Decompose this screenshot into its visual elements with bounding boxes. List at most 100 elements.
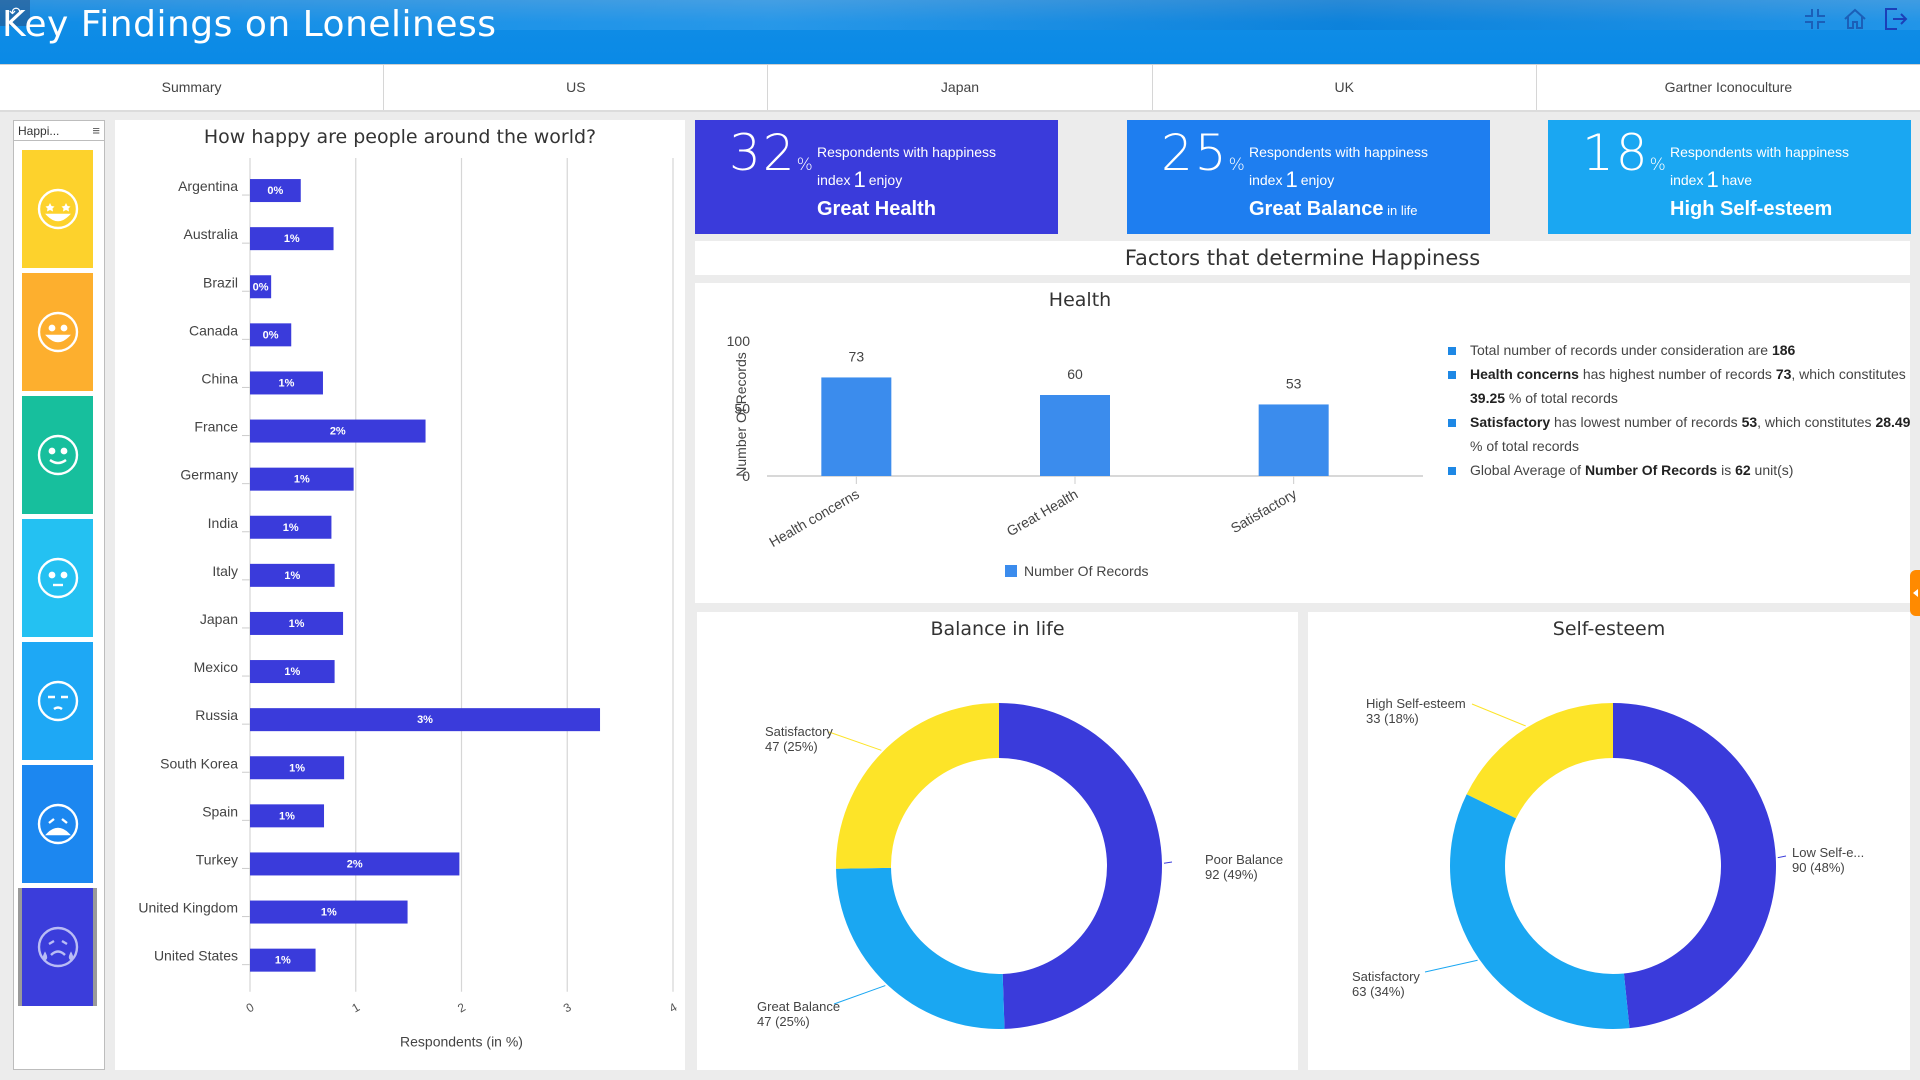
- kpi-value: 25%: [1161, 124, 1245, 182]
- y-category-label: South Korea: [160, 755, 238, 771]
- selfesteem-donut-chart: Low Self-e...90 (48%) Satisfactory63 (34%…: [1352, 696, 1864, 1029]
- y-category-label: United States: [154, 948, 238, 964]
- collapse-icon[interactable]: [1802, 6, 1828, 32]
- tab-japan[interactable]: Japan: [768, 65, 1153, 110]
- slice-label: Great Balance: [757, 999, 840, 1014]
- tab-bar: Summary US Japan UK Gartner Iconoculture: [0, 64, 1920, 112]
- balance-panel: Balance in life Poor Balance 92 (49%) Grea…: [697, 612, 1298, 1070]
- label-connector: [833, 985, 886, 1005]
- insight-item: Health concerns has highest number of re…: [1448, 362, 1918, 410]
- happiness-level-3[interactable]: [22, 396, 93, 514]
- slice-label: Low Self-e...: [1792, 845, 1864, 860]
- slice-satisfactory[interactable]: [1450, 794, 1630, 1029]
- x-tick-label: 3: [561, 1000, 574, 1016]
- neutral-face-icon: [37, 557, 78, 599]
- bar-data-label: 1%: [284, 666, 300, 678]
- slice-great-balance[interactable]: [836, 867, 1005, 1029]
- balance-donut-chart: Poor Balance92 (49%)Great Balance47 (25%…: [757, 703, 1283, 1029]
- hamburger-icon[interactable]: ≡: [92, 123, 100, 138]
- bar-data-label: 1%: [284, 570, 300, 582]
- bar-data-label: 1%: [275, 955, 291, 967]
- y-category-label: Australia: [184, 226, 239, 242]
- slice-satisfactory[interactable]: [836, 703, 999, 869]
- bar-data-label: 73: [849, 348, 865, 364]
- x-tick-label: 2: [455, 1000, 468, 1016]
- bar-data-label: 1%: [284, 233, 300, 245]
- label-connector: [1163, 861, 1173, 864]
- bar-data-label: 1%: [294, 474, 310, 486]
- insight-item: Satisfactory has lowest number of record…: [1448, 410, 1918, 458]
- slice-poor-balance[interactable]: [999, 703, 1162, 1029]
- bar-data-label: 0%: [253, 281, 269, 293]
- kpi-card: 18% Respondents with happiness index 1 have H…: [1548, 120, 1911, 234]
- slice-label: High Self-esteem: [1366, 696, 1466, 711]
- bar-health-concerns[interactable]: [821, 377, 892, 476]
- star-eyes-face-icon: [37, 188, 78, 230]
- y-category-label: Mexico: [194, 659, 239, 675]
- bar-satisfactory[interactable]: [1258, 404, 1329, 476]
- happiness-level-5[interactable]: [22, 642, 93, 760]
- happiness-level-6[interactable]: [22, 765, 93, 883]
- y-category-label: Brazil: [203, 274, 238, 290]
- sidebar-title: Happi...: [18, 123, 60, 138]
- kpi-index-line: index 1 have: [1670, 167, 1753, 192]
- label-connector: [1777, 855, 1787, 859]
- happiness-level-1[interactable]: [22, 150, 93, 268]
- happiness-level-4[interactable]: [22, 519, 93, 637]
- health-bar-chart: 050100Number Of Records 73Health concerns…: [727, 333, 1423, 579]
- insight-item: Total number of records under considerat…: [1448, 338, 1918, 362]
- factors-title: Factors that determine Happiness: [695, 241, 1910, 275]
- kpi-index-line: index 1 enjoy: [817, 167, 903, 192]
- happiness-level-2[interactable]: [22, 273, 93, 391]
- kpi-description: Respondents with happiness: [1670, 144, 1850, 160]
- logout-icon[interactable]: [1882, 6, 1908, 32]
- bar-data-label: 1%: [289, 618, 305, 630]
- health-insights: Total number of records under considerat…: [1448, 338, 1918, 482]
- y-category-label: Canada: [189, 322, 238, 338]
- kpi-headline: High Self-esteem: [1670, 198, 1833, 220]
- kpi-card: 25% Respondents with happiness index 1 enjoy…: [1127, 120, 1490, 234]
- slice-value-label: 90 (48%): [1792, 860, 1845, 875]
- crying-face-icon: [37, 926, 78, 968]
- label-connector: [1471, 703, 1526, 727]
- kpi-value: 32%: [729, 124, 813, 182]
- slice-low-self-e-[interactable]: [1613, 703, 1776, 1029]
- x-tick-label: 1: [349, 1000, 362, 1016]
- x-axis-title: Respondents (in %): [400, 1034, 523, 1050]
- side-panel-toggle[interactable]: [1910, 570, 1920, 616]
- y-tick-label: 100: [727, 333, 751, 349]
- insight-item: Global Average of Number Of Records is 6…: [1448, 458, 1918, 482]
- home-icon[interactable]: [1842, 6, 1868, 32]
- bar-data-label: 0%: [267, 185, 283, 197]
- slice-high-self-esteem[interactable]: [1466, 703, 1613, 819]
- happiness-level-7[interactable]: [18, 888, 97, 1006]
- world-bar-chart: 0 1 2 3 4 Argentina 0% Australia 1% Brazil 0% Canad…: [138, 158, 680, 1050]
- y-category-label: Japan: [200, 611, 238, 627]
- y-category-label: China: [201, 370, 238, 386]
- slice-value-label: 92 (49%): [1205, 867, 1258, 882]
- grin-face-icon: [37, 311, 78, 353]
- tab-us[interactable]: US: [384, 65, 769, 110]
- dashboard: ↶ Key Findings on Loneliness Summary US …: [0, 0, 1920, 1080]
- unamused-face-icon: [37, 680, 78, 722]
- slice-label: Satisfactory: [765, 724, 833, 739]
- kpi-headline: Great Balance in life: [1249, 198, 1418, 220]
- y-category-label: Italy: [212, 563, 238, 579]
- y-category-label: Spain: [202, 803, 238, 819]
- tab-gartner-iconoculture[interactable]: Gartner Iconoculture: [1537, 65, 1920, 110]
- y-category-label: India: [208, 515, 239, 531]
- y-axis-title: Number Of Records: [733, 352, 749, 476]
- x-category-label: Great Health: [1004, 486, 1081, 540]
- y-category-label: Turkey: [196, 851, 238, 867]
- tab-summary[interactable]: Summary: [0, 65, 385, 110]
- bar-data-label: 2%: [330, 426, 346, 438]
- bar-data-label: 1%: [279, 377, 295, 389]
- y-category-label: Germany: [180, 467, 238, 483]
- selfesteem-panel: Self-esteem Low Self-e... 90 (48%) Satisfa…: [1308, 612, 1910, 1070]
- tab-uk[interactable]: UK: [1153, 65, 1537, 110]
- kpi-index-line: index 1 enjoy: [1249, 167, 1335, 192]
- y-category-label: United Kingdom: [138, 900, 238, 916]
- bar-great-health[interactable]: [1040, 395, 1110, 476]
- bar-data-label: 1%: [289, 762, 305, 774]
- x-tick-label: 0: [244, 1000, 257, 1016]
